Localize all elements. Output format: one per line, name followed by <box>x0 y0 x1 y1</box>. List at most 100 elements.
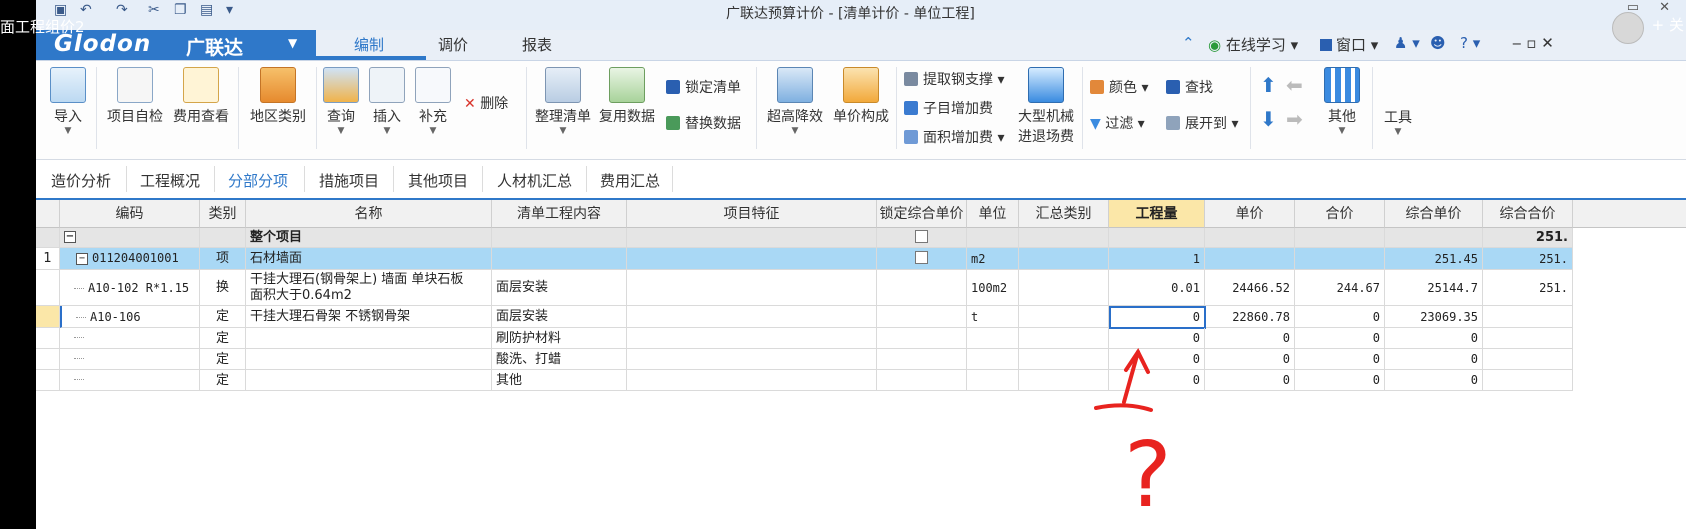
unit-cell[interactable] <box>967 349 1019 370</box>
service-icon[interactable]: ☻ <box>1430 34 1446 52</box>
find-button[interactable]: 查找 <box>1166 77 1213 97</box>
features-cell[interactable] <box>627 270 877 306</box>
color-button[interactable]: 颜色 ▾ <box>1090 77 1148 97</box>
extract-support-button[interactable]: 提取钢支撑 ▾ <box>904 69 1004 89</box>
filter-button[interactable]: ▼ 过滤 ▾ <box>1090 113 1145 133</box>
unit-cell[interactable]: t <box>967 306 1019 328</box>
column-header-unit[interactable]: 单位 <box>967 200 1019 228</box>
machinery-button[interactable]: 大型机械 进退场费 <box>1014 67 1078 146</box>
name-cell[interactable] <box>246 370 492 391</box>
collapse-icon[interactable]: − <box>76 252 88 265</box>
tab-labor-material-summary[interactable]: 人材机汇总 <box>497 170 572 191</box>
chevron-up-icon[interactable]: ⌃ <box>1182 34 1195 52</box>
user-icon[interactable]: ♟ ▾ <box>1394 34 1420 52</box>
summary-cell[interactable] <box>1019 270 1109 306</box>
name-cell[interactable]: 石材墙面 <box>246 248 492 270</box>
summary-cell[interactable] <box>1019 306 1109 328</box>
checkbox[interactable] <box>915 230 928 243</box>
reuse-data-button[interactable]: 复用数据 <box>596 67 658 126</box>
unit-cell[interactable] <box>967 370 1019 391</box>
expand-to-button[interactable]: 展开到 ▾ <box>1166 113 1238 133</box>
column-header-type[interactable]: 类别 <box>200 200 246 228</box>
mdi-controls[interactable]: ‒ ▫ ✕ <box>1512 34 1554 52</box>
replace-data-button[interactable]: 替换数据 <box>666 113 741 133</box>
overlay-close[interactable]: + 关 <box>1652 14 1684 35</box>
tab-fee-summary[interactable]: 费用汇总 <box>600 170 660 191</box>
query-button[interactable]: 查询 ▼ <box>320 67 362 136</box>
copy-icon[interactable]: ❐ <box>174 2 187 18</box>
content-cell[interactable]: 刷防护材料 <box>492 328 627 349</box>
code-cell[interactable] <box>60 370 200 391</box>
menu-tab-report[interactable]: 报表 <box>522 34 552 55</box>
name-cell[interactable] <box>246 349 492 370</box>
name-cell[interactable]: 干挂大理石骨架 不锈钢骨架 <box>246 306 492 328</box>
move-up-icon[interactable]: ⬆ <box>1260 73 1277 97</box>
online-learning-menu[interactable]: ◉ 在线学习 ▾ <box>1208 34 1298 55</box>
supplement-button[interactable]: 补充 ▼ <box>412 67 454 136</box>
column-header-summary-type[interactable]: 汇总类别 <box>1019 200 1109 228</box>
unit-cell[interactable]: 100m2 <box>967 270 1019 306</box>
summary-cell[interactable] <box>1019 248 1109 270</box>
column-header-quantity[interactable]: 工程量 <box>1109 200 1205 228</box>
lock-list-button[interactable]: 锁定清单 <box>666 77 741 97</box>
self-check-button[interactable]: 项目自检 <box>104 67 166 126</box>
code-cell[interactable]: A10-102 R*1.15 <box>60 270 200 306</box>
insert-button[interactable]: 插入 ▼ <box>366 67 408 136</box>
tab-sub-items[interactable]: 分部分项 <box>228 170 288 191</box>
tab-cost-analysis[interactable]: 造价分析 <box>51 170 111 191</box>
customize-icon[interactable]: ▾ <box>226 2 233 18</box>
column-header-code[interactable]: 编码 <box>60 200 200 228</box>
collapse-toggle[interactable]: − <box>60 228 200 248</box>
column-header-total[interactable]: 综合合价 <box>1483 200 1573 228</box>
column-header-unit-total[interactable]: 综合单价 <box>1385 200 1483 228</box>
content-cell[interactable] <box>492 248 627 270</box>
menu-tab-adjust[interactable]: 调价 <box>438 34 468 55</box>
code-cell[interactable]: A10-106 <box>60 306 200 328</box>
code-cell[interactable]: −011204001001 <box>60 248 200 270</box>
window-menu[interactable]: 窗口 ▾ <box>1320 34 1378 55</box>
paste-icon[interactable]: ▤ <box>200 2 213 18</box>
column-header-lock-price[interactable]: 锁定综合单价 <box>877 200 967 228</box>
column-header-price[interactable]: 单价 <box>1205 200 1295 228</box>
content-cell[interactable]: 酸洗、打蜡 <box>492 349 627 370</box>
quantity-cell[interactable]: 0.01 <box>1109 270 1205 306</box>
code-cell[interactable] <box>60 349 200 370</box>
content-cell[interactable]: 面层安装 <box>492 306 627 328</box>
features-cell[interactable] <box>627 306 877 328</box>
other-button[interactable]: 其他 ▼ <box>1320 67 1364 136</box>
column-header-content[interactable]: 清单工程内容 <box>492 200 627 228</box>
super-high-button[interactable]: 超高降效 ▼ <box>764 67 826 136</box>
tab-measures[interactable]: 措施项目 <box>319 170 379 191</box>
content-cell[interactable]: 其他 <box>492 370 627 391</box>
delete-button[interactable]: ✕ 删除 <box>464 93 508 113</box>
cut-icon[interactable]: ✂ <box>148 2 160 18</box>
features-cell[interactable] <box>627 349 877 370</box>
features-cell[interactable] <box>627 248 877 270</box>
move-down-icon[interactable]: ⬇ <box>1260 107 1277 131</box>
area-fee-button[interactable]: 面积增加费 ▾ <box>904 127 1004 147</box>
help-icon[interactable]: ? ▾ <box>1460 34 1480 52</box>
features-cell[interactable] <box>627 370 877 391</box>
lock-checkbox-cell[interactable] <box>877 228 967 248</box>
column-header-name[interactable]: 名称 <box>246 200 492 228</box>
name-cell[interactable]: 干挂大理石(钢骨架上) 墙面 单块石板 面积大于0.64m2 <box>246 270 492 306</box>
content-cell[interactable]: 面层安装 <box>492 270 627 306</box>
features-cell[interactable] <box>627 328 877 349</box>
quantity-cell[interactable]: 1 <box>1109 248 1205 270</box>
import-button[interactable]: 导入 ▼ <box>46 67 90 136</box>
checkbox[interactable] <box>915 251 928 264</box>
tab-project-overview[interactable]: 工程概况 <box>140 170 200 191</box>
move-right-icon[interactable]: ➡ <box>1286 107 1303 131</box>
move-left-icon[interactable]: ⬅ <box>1286 73 1303 97</box>
sub-fee-button[interactable]: 子目增加费 <box>904 98 993 118</box>
fee-view-button[interactable]: 费用查看 <box>170 67 232 126</box>
unit-price-comp-button[interactable]: 单价构成 <box>830 67 892 126</box>
organize-list-button[interactable]: 整理清单 ▼ <box>532 67 594 136</box>
redo-icon[interactable]: ↷ <box>116 2 128 18</box>
menu-tab-edit[interactable]: 编制 <box>354 34 384 55</box>
name-cell[interactable] <box>246 328 492 349</box>
column-header-features[interactable]: 项目特征 <box>627 200 877 228</box>
unit-cell[interactable] <box>967 328 1019 349</box>
code-cell[interactable] <box>60 328 200 349</box>
lock-checkbox-cell[interactable] <box>877 248 967 270</box>
